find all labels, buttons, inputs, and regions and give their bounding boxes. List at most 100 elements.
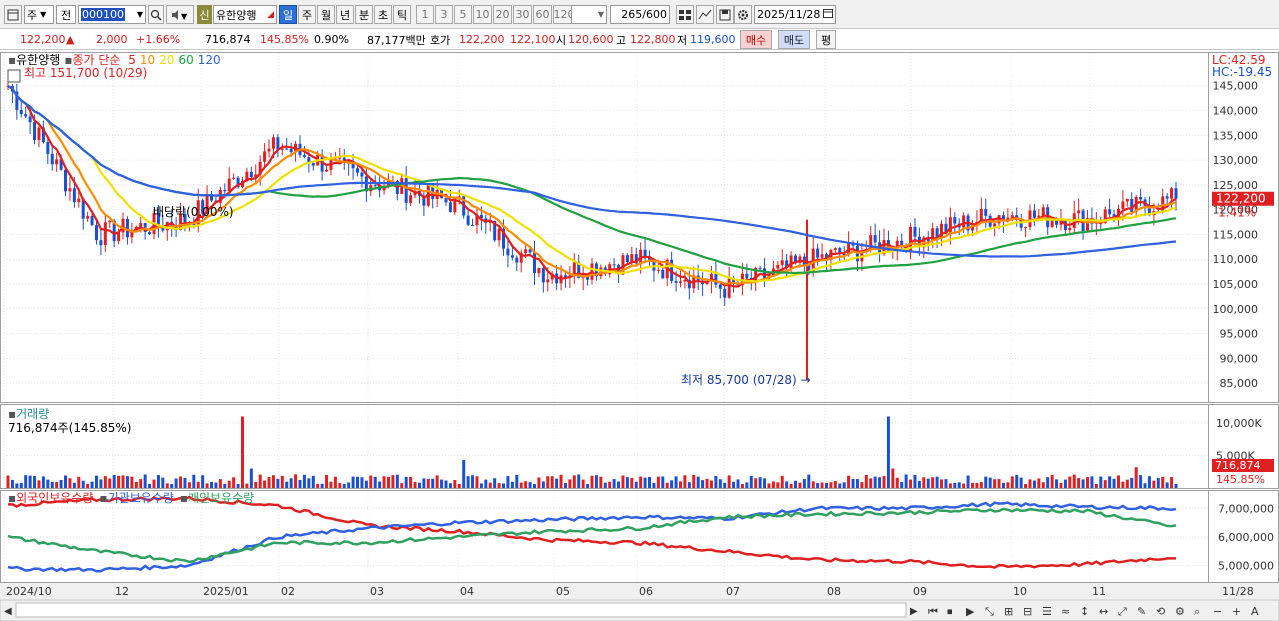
calendar-icon[interactable] [823,8,833,21]
volume-bar [740,484,744,488]
volume-bar [68,478,72,488]
volume-bar [466,476,470,488]
search-icon[interactable] [148,5,164,24]
eval-button[interactable]: 평 [816,30,836,49]
speaker-icon[interactable]: ▼ [166,5,194,24]
volume-bar [302,474,306,488]
market-select[interactable]: 주 ▼ [24,5,54,24]
volume-bar [1063,479,1067,488]
period-tab-4[interactable]: 분 [355,5,373,24]
volume-bar [81,480,85,488]
date-field[interactable]: 2025/11/28 [754,5,836,24]
save-icon[interactable] [716,5,734,24]
volume-bar [1152,480,1156,488]
chart-tool-icon-9[interactable]: ↔ [1099,605,1108,618]
period-tab-0[interactable]: 일 [279,5,297,24]
price-tick-label: 110,000 [1213,253,1259,266]
volume-last-pct: 145.85% [1216,473,1265,486]
chart-tool-icon-0[interactable]: ⏮ [928,605,938,618]
chart-tool-icon-10[interactable]: ⤢ [1118,605,1127,618]
period-tab-1[interactable]: 주 [298,5,316,24]
grid-settings-icon[interactable] [676,5,694,24]
period-tab-3[interactable]: 년 [336,5,354,24]
interval-tab-5[interactable]: 30 [513,5,532,24]
scroll-left-icon[interactable]: ◀ [4,606,12,617]
chart-tool-icon-14[interactable]: ⌕ [1194,605,1200,618]
low-price: 119,600 [690,33,736,46]
volume-bar [214,482,218,488]
volume-bar [1001,482,1005,488]
candle-body [121,218,125,233]
scrollbar-track[interactable] [15,602,907,618]
volume-bar [1068,476,1072,488]
volume-bar [718,479,722,488]
volume-bar [448,483,452,488]
prev-button[interactable]: 전 [56,5,76,24]
count-field[interactable]: 265/600 [610,5,670,24]
holdings-tick-label: 5,000,000 [1218,560,1274,573]
candle-body [541,267,545,283]
period-tab-6[interactable]: 틱 [393,5,411,24]
volume-bar [37,480,41,488]
gear-icon[interactable] [734,5,752,24]
buy-button[interactable]: 매수 [740,30,772,49]
interval-tab-2[interactable]: 5 [454,5,472,24]
volume-bar [652,483,656,488]
volume-bar [192,474,196,488]
volume-bar [767,483,771,488]
candle-body [612,264,616,266]
scroll-right-icon[interactable]: ▶ [910,606,918,617]
interval-tab-1[interactable]: 3 [435,5,453,24]
volume-bar [736,479,740,488]
volume-bar [493,478,497,488]
volume-bar [254,482,258,488]
period-tab-5[interactable]: 초 [374,5,392,24]
interval-tab-3[interactable]: 10 [473,5,492,24]
candle-body [727,278,731,298]
interval-dropdown[interactable]: ▼ [571,5,607,24]
chart-tool-icon-5[interactable]: ⊟ [1023,605,1032,618]
chart-tool-icon-8[interactable]: ↕ [1080,605,1089,618]
chart-tool-icon-12[interactable]: ⟲ [1156,605,1165,618]
volume-bar [838,483,842,488]
chart-tool-icon[interactable] [696,5,714,24]
chart-tool-icon-13[interactable]: ⚙ [1175,605,1185,618]
chart-tool-icon-2[interactable]: ▶ [966,605,975,618]
volume-bar [723,482,727,488]
period-tab-2[interactable]: 월 [317,5,335,24]
candle-body [723,288,727,298]
price-tick-label: 130,000 [1213,154,1259,167]
volume-bar [683,475,687,488]
candle-body [19,109,23,115]
volume-bar [1099,476,1103,488]
interval-tab-0[interactable]: 1 [416,5,434,24]
chart-tool-icon-3[interactable]: ⤡ [985,605,994,618]
chart-tool-icon-15[interactable]: − [1213,605,1222,618]
chart-tool-icon-16[interactable]: + [1232,605,1241,618]
x-tick-label: 07 [726,585,740,598]
candle-body [302,155,306,158]
chart-tool-icon-4[interactable]: ⊞ [1004,605,1013,618]
interval-tab-6[interactable]: 60 [533,5,552,24]
volume-bar [139,479,143,488]
chart-tool-icon-6[interactable]: ☰ [1042,605,1052,618]
volume-bar [984,476,988,488]
volume-bar [541,481,545,488]
price-tick-label: 105,000 [1213,278,1259,291]
chart-tool-icon-11[interactable]: ✎ [1137,605,1146,618]
volume-bar [1170,477,1174,488]
window-icon[interactable] [4,5,22,24]
volume-bar [550,476,554,488]
panel-frame-1 [0,404,1209,489]
volume-bar [1028,479,1032,488]
chart-tool-icon-7[interactable]: ≈ [1061,605,1070,618]
chart-tool-icon-1[interactable]: ⏹ [947,605,953,618]
chart-tool-icon-17[interactable]: A [1251,605,1259,618]
sell-button[interactable]: 매도 [778,30,810,49]
turnover-rate: 0.90% [314,33,349,46]
code-input[interactable]: 000100 ▼ [78,5,146,24]
candle-body [289,148,293,152]
interval-tab-4[interactable]: 20 [493,5,512,24]
stock-chart[interactable]: 145,000140,000135,000130,000125,000120,0… [0,50,1279,621]
table-icon[interactable] [7,69,21,83]
